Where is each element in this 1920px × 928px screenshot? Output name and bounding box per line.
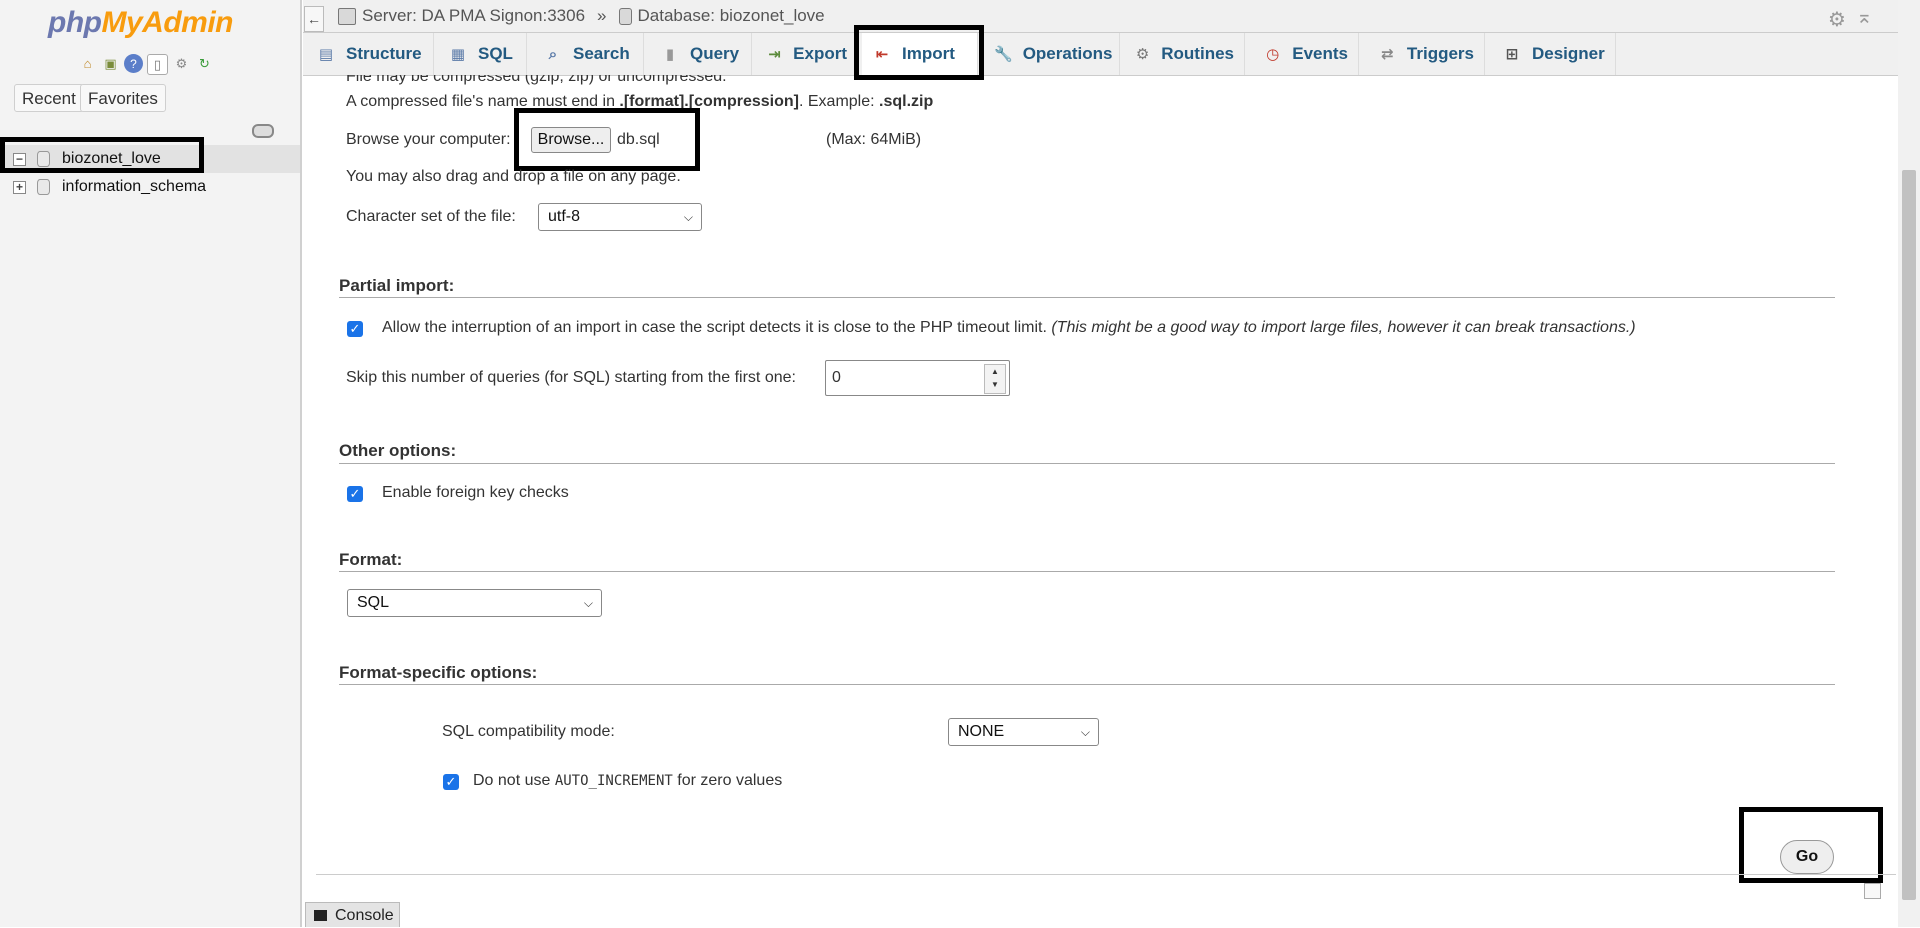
- navigation-panel: [0, 0, 302, 927]
- console-icon: [314, 909, 327, 921]
- breadcrumb-server[interactable]: Server: DA PMA Signon:3306: [362, 6, 585, 26]
- phpmyadmin-logo[interactable]: phpMyAdmin: [48, 6, 233, 40]
- chevron-down-icon: ⌵: [683, 210, 693, 224]
- database-name[interactable]: biozonet_love: [62, 150, 161, 168]
- home-icon[interactable]: ⌂: [78, 54, 97, 73]
- tab-sql[interactable]: ▦ SQL: [438, 33, 527, 75]
- triggers-icon: ⇄: [1381, 46, 1394, 63]
- allow-interrupt-checkbox[interactable]: ✓: [347, 321, 363, 337]
- max-size-note: (Max: 64MiB): [826, 131, 922, 148]
- divider: [339, 571, 1835, 572]
- database-name[interactable]: information_schema: [62, 178, 206, 196]
- chevron-down-icon: ⌵: [1080, 725, 1090, 739]
- tree-item-information-schema[interactable]: + information_schema: [0, 173, 300, 201]
- drag-drop-note: You may also drag and drop a file on any…: [346, 168, 681, 185]
- breadcrumb-database[interactable]: Database: biozonet_love: [638, 6, 825, 26]
- collapse-sidebar-button[interactable]: ←: [304, 6, 324, 32]
- foreign-key-checks-checkbox[interactable]: ✓: [347, 486, 363, 502]
- wrench-icon: 🔧: [994, 46, 1013, 63]
- foreign-key-checks-label[interactable]: Enable foreign key checks: [382, 484, 569, 502]
- export-icon: ⇥: [768, 46, 781, 63]
- help-icon[interactable]: ?: [124, 54, 143, 73]
- charset-select[interactable]: utf-8 ⌵: [538, 203, 702, 231]
- tab-triggers[interactable]: ⇄ Triggers: [1368, 33, 1485, 75]
- tab-routines[interactable]: ⚙ Routines: [1124, 33, 1245, 75]
- format-specific-legend: Format-specific options:: [339, 663, 538, 682]
- scroll-to-top-icon[interactable]: ⌅: [1856, 4, 1873, 29]
- routines-icon: ⚙: [1135, 46, 1150, 63]
- other-options-legend: Other options:: [339, 441, 457, 460]
- recent-button[interactable]: Recent: [14, 84, 84, 112]
- import-icon: ⇤: [875, 46, 889, 63]
- compat-mode-select[interactable]: NONE ⌵: [948, 718, 1099, 746]
- skip-queries-label: Skip this number of queries (for SQL) st…: [346, 369, 796, 386]
- page-icon[interactable]: [1864, 883, 1881, 899]
- tab-events[interactable]: ◷ Events: [1253, 33, 1359, 75]
- auto-increment-label[interactable]: Do not use AUTO_INCREMENT for zero value…: [473, 772, 782, 790]
- chevron-down-icon: ⌵: [583, 596, 593, 610]
- favorites-button[interactable]: Favorites: [80, 84, 166, 112]
- partial-import-legend: Partial import:: [339, 276, 455, 295]
- structure-icon: ▤: [318, 46, 334, 63]
- database-icon: [618, 7, 632, 25]
- tab-structure[interactable]: ▤ Structure: [306, 33, 434, 75]
- database-icon: [37, 151, 50, 167]
- auto-increment-checkbox[interactable]: ✓: [443, 774, 459, 790]
- browse-label: Browse your computer:: [346, 131, 511, 148]
- skip-queries-input[interactable]: 0 ▲ ▼: [825, 360, 1010, 396]
- tab-query[interactable]: ▮ Query: [650, 33, 752, 75]
- charset-label: Character set of the file:: [346, 208, 516, 225]
- breadcrumb: Server: DA PMA Signon:3306 » Database: b…: [338, 6, 825, 26]
- query-icon: ▮: [665, 46, 675, 63]
- scrollbar-thumb[interactable]: [1902, 170, 1916, 900]
- tab-designer[interactable]: ⊞ Designer: [1492, 33, 1616, 75]
- compressed-name-note: A compressed file's name must end in .[f…: [346, 93, 934, 110]
- divider: [339, 463, 1835, 464]
- format-select[interactable]: SQL ⌵: [347, 589, 602, 617]
- breadcrumb-separator: »: [597, 6, 607, 25]
- reload-icon[interactable]: ↻: [195, 54, 214, 73]
- settings-icon[interactable]: ⚙: [172, 54, 191, 73]
- compat-mode-label: SQL compatibility mode:: [442, 723, 615, 740]
- tab-search[interactable]: ⌕ Search: [533, 33, 644, 75]
- go-button[interactable]: Go: [1780, 840, 1834, 874]
- format-legend: Format:: [339, 550, 403, 569]
- divider: [339, 297, 1835, 298]
- selected-file-name: db.sql: [617, 131, 660, 148]
- tab-operations[interactable]: 🔧 Operations: [984, 33, 1120, 75]
- clock-icon: ◷: [1266, 46, 1280, 63]
- tree-item-biozonet-love[interactable]: − biozonet_love: [0, 145, 300, 173]
- tab-import[interactable]: ⇤ Import: [862, 33, 978, 75]
- expand-icon[interactable]: +: [13, 180, 26, 194]
- spinner-icon[interactable]: ▲ ▼: [984, 364, 1006, 394]
- server-icon: [338, 7, 356, 25]
- divider: [316, 874, 1896, 875]
- collapse-icon[interactable]: −: [13, 152, 26, 166]
- tab-export[interactable]: ⇥ Export: [756, 33, 858, 75]
- console-button[interactable]: Console: [305, 902, 400, 927]
- allow-interrupt-text[interactable]: Allow the interruption of an import in c…: [382, 319, 1636, 337]
- database-icon: [37, 179, 50, 195]
- exit-icon[interactable]: ▣: [101, 54, 120, 73]
- nav-icon-bar: ⌂ ▣ ? ▯ ⚙ ↻: [78, 54, 214, 75]
- link-with-main-panel-icon[interactable]: [252, 124, 274, 138]
- sql-icon: ▦: [450, 46, 466, 63]
- divider: [339, 684, 1835, 685]
- search-icon: ⌕: [548, 45, 558, 63]
- designer-icon: ⊞: [1505, 46, 1519, 63]
- page-settings-icon[interactable]: ⚙: [1828, 7, 1846, 32]
- browse-button[interactable]: Browse...: [531, 127, 611, 153]
- docs-icon[interactable]: ▯: [147, 54, 168, 75]
